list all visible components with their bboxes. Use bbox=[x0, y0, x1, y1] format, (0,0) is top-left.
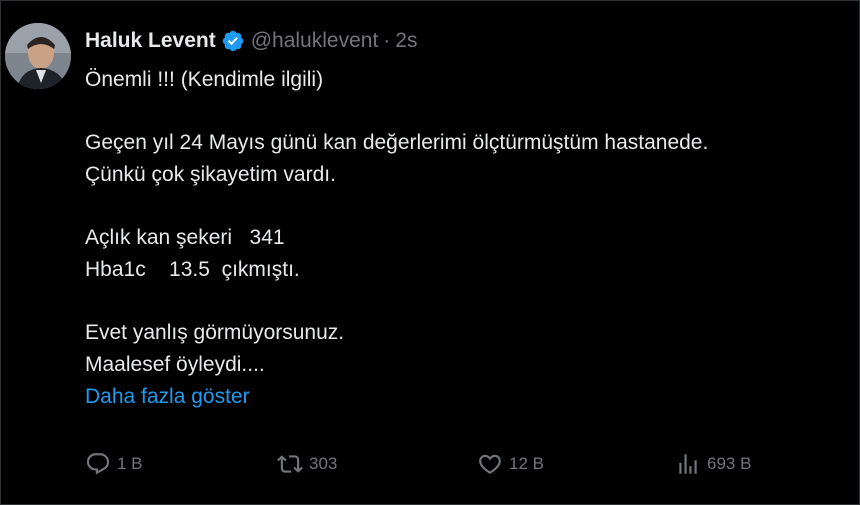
show-more-link[interactable]: Daha fazla göster bbox=[85, 381, 708, 413]
reply-icon bbox=[86, 453, 110, 475]
views-button[interactable]: 693 B bbox=[675, 451, 751, 477]
reply-button[interactable]: 1 B bbox=[85, 451, 143, 477]
avatar[interactable] bbox=[5, 23, 71, 89]
like-count: 12 B bbox=[509, 454, 544, 473]
tweet-line-7: Maalesef öyleydi.... bbox=[85, 353, 265, 376]
views-icon bbox=[679, 454, 697, 474]
repost-icon bbox=[277, 455, 303, 473]
tweet-line-3: Çünkü çok şikayetim vardı. bbox=[85, 163, 336, 186]
views-count: 693 B bbox=[707, 454, 752, 473]
reply-count: 1 B bbox=[117, 454, 143, 473]
tweet-line-4: Açlık kan şekeri 341 bbox=[85, 226, 285, 249]
repost-button[interactable]: 303 bbox=[277, 451, 337, 477]
tweet-timestamp[interactable]: 2s bbox=[395, 27, 417, 55]
author-handle[interactable]: @haluklevent bbox=[251, 27, 379, 55]
like-icon bbox=[479, 454, 501, 474]
like-button[interactable]: 12 B bbox=[477, 451, 544, 477]
action-bar: 1 B 303 12 B 693 B bbox=[85, 451, 785, 483]
tweet-line-5: Hba1c 13.5 çıkmıştı. bbox=[85, 258, 300, 281]
header-separator: · bbox=[383, 29, 391, 52]
tweet-text: Önemli !!! (Kendimle ilgili) Geçen yıl 2… bbox=[85, 64, 708, 413]
tweet-line-1: Önemli !!! (Kendimle ilgili) bbox=[85, 68, 324, 91]
tweet-header: Haluk Levent @haluklevent · 2s bbox=[85, 27, 417, 55]
avatar-photo bbox=[5, 23, 71, 89]
tweet-line-6: Evet yanlış görmüyorsunuz. bbox=[85, 321, 345, 344]
tweet-line-2: Geçen yıl 24 Mayıs günü kan değerlerimi … bbox=[85, 131, 709, 154]
tweet-card: Haluk Levent @haluklevent · 2s Önemli !!… bbox=[0, 0, 860, 505]
repost-count: 303 bbox=[309, 454, 338, 473]
verified-badge-icon bbox=[221, 29, 245, 53]
author-name[interactable]: Haluk Levent bbox=[85, 27, 216, 55]
